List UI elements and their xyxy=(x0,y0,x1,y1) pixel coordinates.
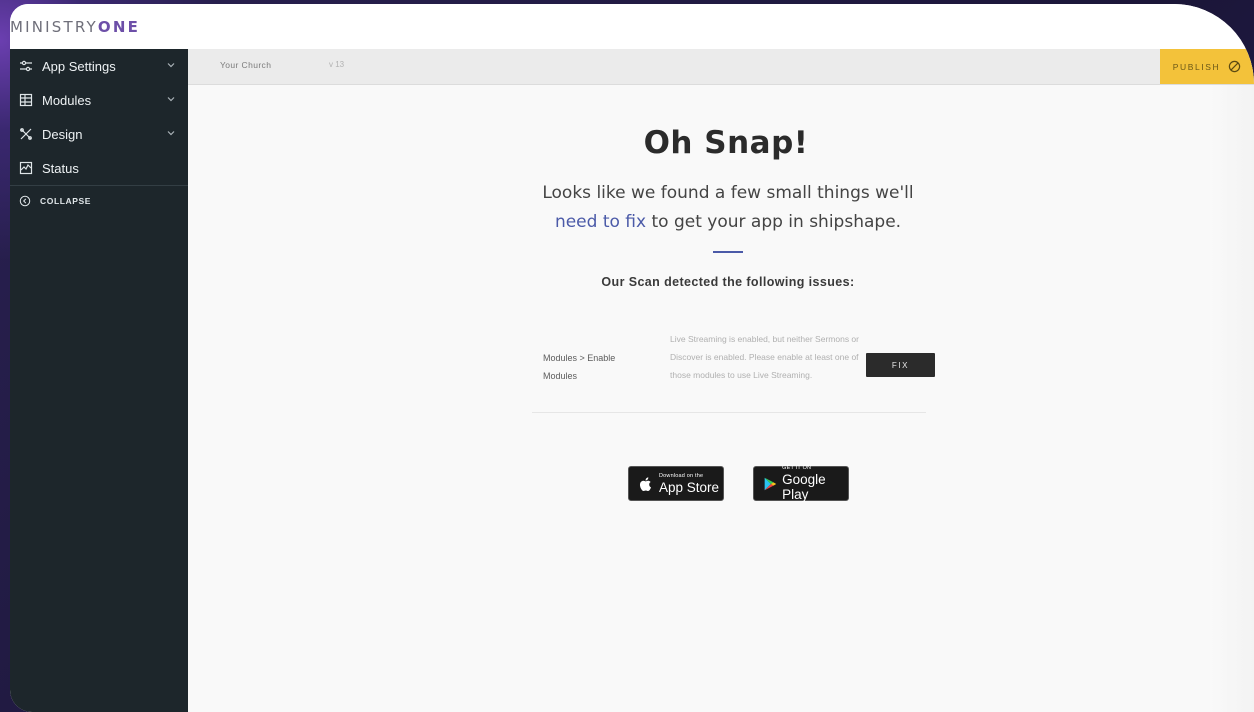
main-content: Oh Snap! Looks like we found a few small… xyxy=(188,85,1254,712)
church-name[interactable]: Your Church xyxy=(220,60,271,70)
right-shade xyxy=(1210,85,1254,712)
subtitle-text-after: to get your app in shipshape. xyxy=(646,212,902,232)
sidebar-item-app-settings[interactable]: App Settings xyxy=(10,49,188,83)
logo-light-text: MINISTRY xyxy=(10,17,98,36)
logo-bold-text: ONE xyxy=(97,17,141,36)
sidebar-item-label: Design xyxy=(42,126,83,142)
publish-label: PUBLISH xyxy=(1172,61,1221,72)
modules-icon xyxy=(18,92,34,108)
chevron-down-icon xyxy=(167,63,175,68)
google-play-big: Google Play xyxy=(782,472,826,502)
page-title: Oh Snap! xyxy=(643,125,809,161)
subtitle-text-before: Looks like we found a few small things w… xyxy=(542,183,914,203)
google-play-icon xyxy=(762,475,778,493)
issue-path: Modules > Enable Modules xyxy=(543,353,616,381)
sidebar-item-modules[interactable]: Modules xyxy=(10,83,188,117)
sidebar: App Settings Modules Design Status COLLA… xyxy=(10,49,188,712)
fix-button[interactable]: FIX xyxy=(866,353,935,377)
sidebar-item-label: Status xyxy=(42,160,79,176)
disabled-icon xyxy=(1229,60,1241,73)
app-version: v 13 xyxy=(329,60,345,69)
apple-logo-icon xyxy=(637,475,655,493)
sliders-icon xyxy=(18,58,34,74)
chevron-down-icon xyxy=(167,131,175,136)
publish-button[interactable]: PUBLISH xyxy=(1160,49,1254,84)
issue-description: Live Streaming is enabled, but neither S… xyxy=(670,334,859,380)
issue-row: Modules > Enable Modules Live Streaming … xyxy=(532,330,935,413)
app-window: MINISTRYONE App Settings Modules Design … xyxy=(10,4,1254,712)
sidebar-item-design[interactable]: Design xyxy=(10,117,188,151)
top-bar: Your Church v 13 PUBLISH xyxy=(188,49,1254,85)
design-tools-icon xyxy=(18,126,34,142)
sidebar-item-label: Modules xyxy=(42,92,92,108)
chevron-down-icon xyxy=(167,97,175,102)
google-play-text: GET IT ON Google Play xyxy=(782,465,848,502)
google-play-small: GET IT ON xyxy=(782,465,812,471)
app-store-text: Download on the App Store xyxy=(659,473,719,495)
collapse-label: COLLAPSE xyxy=(40,196,92,206)
app-store-big: App Store xyxy=(659,479,720,495)
collapse-button[interactable]: COLLAPSE xyxy=(10,186,188,216)
google-play-badge[interactable]: GET IT ON Google Play xyxy=(753,465,849,502)
sidebar-item-status[interactable]: Status xyxy=(10,151,188,185)
app-store-small: Download on the xyxy=(659,472,704,479)
page-subtitle: Looks like we found a few small things w… xyxy=(528,179,928,237)
collapse-arrow-icon xyxy=(18,194,32,208)
sidebar-item-label: App Settings xyxy=(42,58,116,74)
ministryone-logo: MINISTRYONE xyxy=(10,18,140,36)
accent-divider xyxy=(713,251,743,253)
app-store-badge[interactable]: Download on the App Store xyxy=(628,466,724,501)
subtitle-link: need to fix xyxy=(554,212,647,232)
activity-chart-icon xyxy=(18,160,34,176)
scan-heading: Our Scan detected the following issues: xyxy=(601,275,855,289)
brand-bar: MINISTRYONE xyxy=(10,4,1254,49)
